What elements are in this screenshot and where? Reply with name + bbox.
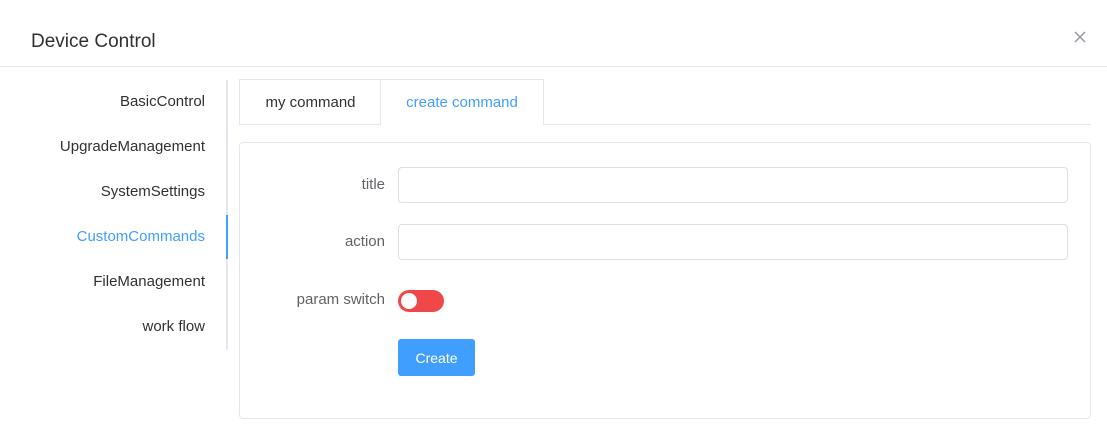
sidebar-item-system-settings[interactable]: SystemSettings	[101, 170, 205, 214]
title-input[interactable]	[398, 167, 1068, 203]
close-icon[interactable]	[1071, 28, 1089, 46]
sidebar-active-indicator	[226, 215, 228, 259]
switch-knob	[401, 293, 417, 309]
sidebar-item-work-flow[interactable]: work flow	[142, 305, 205, 349]
param-switch-toggle[interactable]	[398, 290, 444, 312]
sidebar-menu: BasicControl UpgradeManagement SystemSet…	[0, 80, 228, 350]
param-switch-label: param switch	[296, 291, 385, 308]
tab-create-command[interactable]: create command	[380, 79, 544, 126]
create-button[interactable]: Create	[398, 339, 475, 376]
action-label: action	[344, 233, 385, 250]
dialog-title: Device Control	[31, 31, 156, 52]
sidebar-item-upgrade-management[interactable]: UpgradeManagement	[60, 125, 205, 169]
command-tabs: my command create command	[239, 79, 1091, 126]
tab-my-command[interactable]: my command	[239, 79, 381, 125]
create-command-form: title action param switch Create	[239, 142, 1091, 419]
sidebar-item-file-management[interactable]: FileManagement	[93, 260, 205, 304]
action-input[interactable]	[398, 224, 1068, 260]
device-control-dialog: Device Control BasicControl UpgradeManag…	[0, 0, 1107, 426]
sidebar-item-basic-control[interactable]: BasicControl	[120, 80, 205, 124]
sidebar-item-custom-commands[interactable]: CustomCommands	[77, 215, 205, 259]
dialog-header: Device Control	[0, 0, 1107, 67]
title-label: title	[361, 176, 385, 193]
